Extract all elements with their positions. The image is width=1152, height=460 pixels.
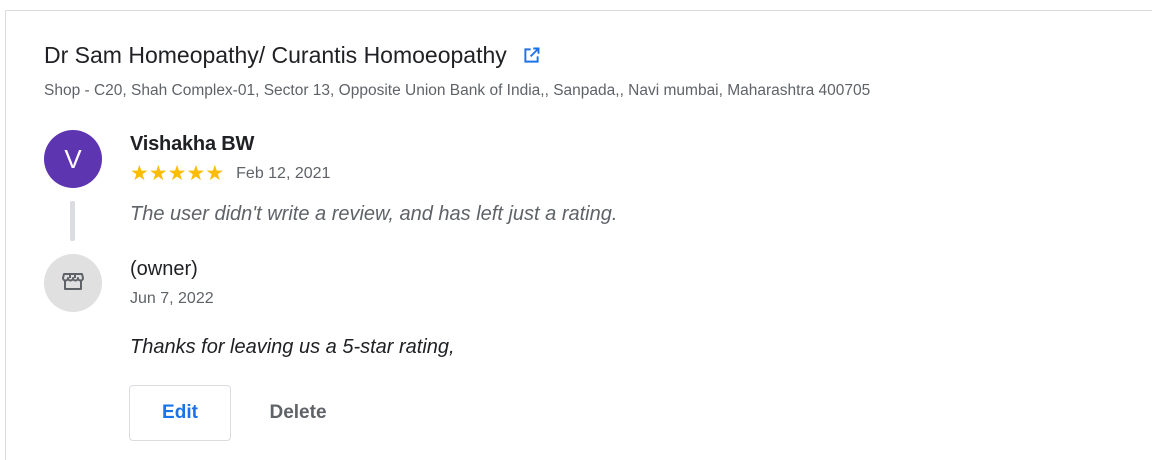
- thread-connector: [70, 201, 75, 241]
- avatar-letter: V: [64, 143, 82, 174]
- business-name: Dr Sam Homeopathy/ Curantis Homoeopathy: [44, 42, 507, 68]
- star-icon: ★: [167, 162, 187, 185]
- review-text: The user didn't write a review, and has …: [130, 203, 618, 225]
- star-icon: ★: [130, 162, 149, 185]
- owner-reply-text: Thanks for leaving us a 5-star rating,: [130, 336, 455, 358]
- owner-label: (owner): [130, 258, 198, 280]
- business-header: Dr Sam Homeopathy/ Curantis Homoeopathy: [44, 42, 542, 69]
- review-date: Feb 12, 2021: [236, 165, 331, 182]
- reply-date: Jun 7, 2022: [130, 290, 214, 307]
- rating-row: ★ ★ ★ ★ ★ Feb 12, 2021: [130, 163, 330, 185]
- star-icon: ★: [205, 162, 225, 185]
- star-icon: ★: [148, 162, 168, 185]
- reviewer-name: Vishakha BW: [130, 133, 255, 155]
- star-rating: ★ ★ ★ ★ ★: [130, 163, 224, 185]
- star-icon: ★: [186, 162, 206, 185]
- delete-button[interactable]: Delete: [246, 385, 350, 441]
- owner-avatar: [44, 254, 102, 312]
- edit-button[interactable]: Edit: [129, 385, 231, 441]
- storefront-icon: [61, 269, 85, 298]
- reviewer-avatar: V: [44, 130, 102, 188]
- business-address: Shop - C20, Shah Complex-01, Sector 13, …: [44, 82, 871, 99]
- open-in-new-icon[interactable]: [521, 45, 542, 66]
